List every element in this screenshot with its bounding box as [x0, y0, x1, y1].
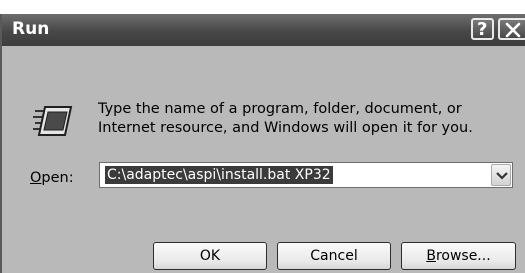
instruction-text: Type the name of a program, folder, docu… [98, 100, 508, 138]
browse-accelerator: B [426, 248, 436, 264]
instruction-line-2: Internet resource, and Windows will open… [98, 120, 473, 136]
help-icon: ? [477, 19, 488, 40]
help-button[interactable]: ? [471, 18, 494, 40]
open-label-text: pen: [41, 170, 74, 186]
ok-button[interactable]: OK [153, 242, 267, 270]
window-title: Run [12, 19, 50, 39]
open-input-value[interactable]: C:\adaptec\aspi\install.bat XP32 [105, 166, 333, 184]
run-dialog: Run ? Type the name of a program, folder… [0, 14, 525, 273]
open-label: Open: [30, 170, 74, 186]
close-button[interactable] [498, 18, 525, 40]
open-combobox[interactable]: C:\adaptec\aspi\install.bat XP32 [99, 162, 513, 188]
instruction-line-1: Type the name of a program, folder, docu… [98, 101, 462, 117]
browse-label: rowse... [435, 248, 491, 264]
close-icon [505, 22, 521, 38]
dropdown-button[interactable] [491, 164, 511, 186]
open-label-accelerator: O [30, 170, 42, 186]
title-bar[interactable]: Run ? [2, 14, 525, 46]
cancel-button[interactable]: Cancel [277, 242, 391, 270]
dropdown-arrow-icon [496, 172, 508, 180]
run-icon [33, 106, 73, 136]
browse-button[interactable]: Browse... [401, 242, 516, 270]
